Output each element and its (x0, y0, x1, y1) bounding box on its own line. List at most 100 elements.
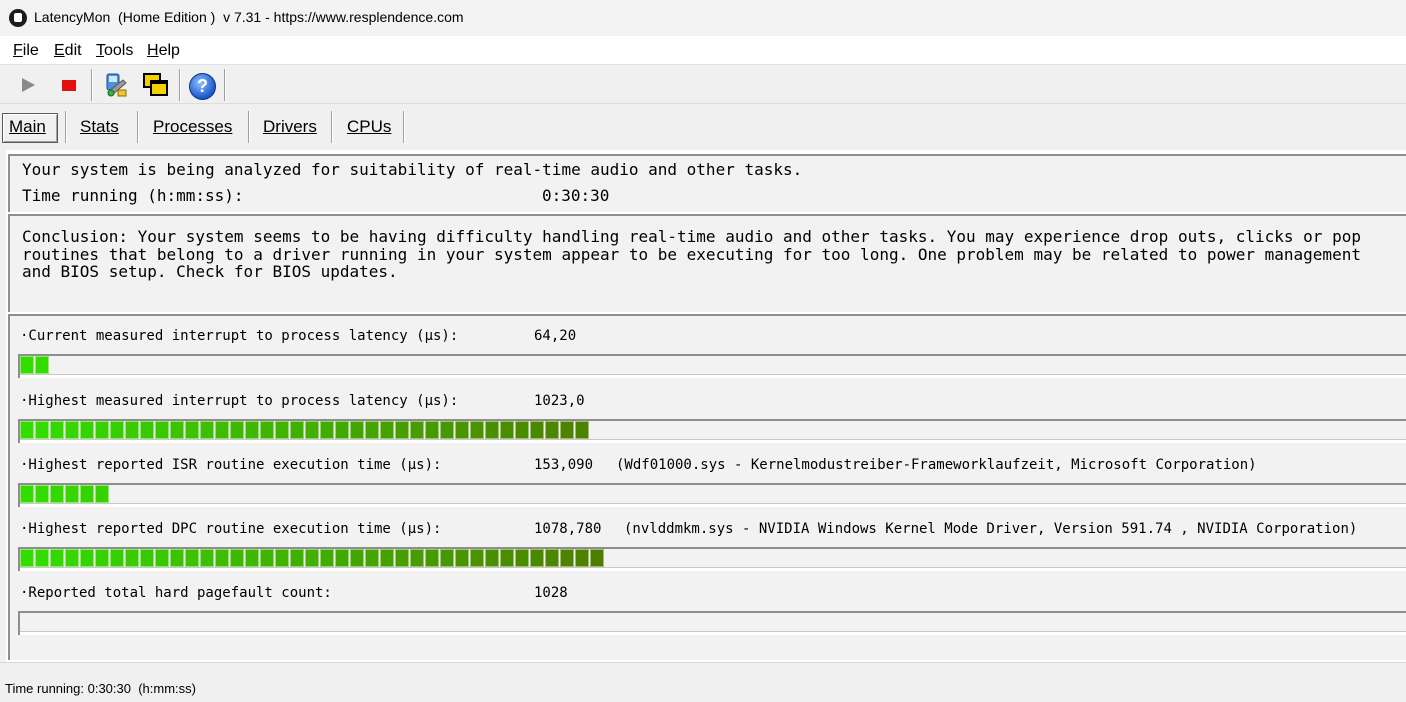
app-logo-icon (9, 9, 27, 27)
latency-bar (18, 354, 1406, 378)
bar-segment (50, 485, 64, 503)
tab-separator (65, 111, 67, 143)
bar-segment (395, 549, 409, 567)
bar-segment (455, 549, 469, 567)
metric-label: ·Highest reported ISR routine execution … (20, 457, 442, 473)
bar-segment (185, 549, 199, 567)
play-icon (22, 78, 35, 92)
latency-bar (18, 419, 1406, 443)
bar-segment (110, 421, 124, 439)
bar-segment (455, 421, 469, 439)
bar-segment (425, 421, 439, 439)
bar-segment (95, 485, 109, 503)
tools-icon (106, 73, 127, 97)
menu-help-mnemonic: H (147, 42, 159, 59)
bar-segment (380, 421, 394, 439)
tab-cpus[interactable]: CPUs (347, 117, 391, 137)
bar-segment (395, 421, 409, 439)
menu-tools-mnemonic: T (96, 42, 104, 59)
toolbar-separator (91, 69, 93, 101)
analysis-panel: Your system is being analyzed for suitab… (8, 154, 1406, 212)
tab-processes[interactable]: Processes (153, 117, 232, 137)
bar-segment (50, 549, 64, 567)
metric-label: ·Current measured interrupt to process l… (20, 328, 459, 344)
tab-bar: Main Stats Processes Drivers CPUs (0, 105, 1406, 148)
time-running-value: 0:30:30 (542, 186, 610, 205)
bar-segment (140, 549, 154, 567)
bar-segment (125, 549, 139, 567)
menu-file-label: ile (22, 42, 39, 59)
menu-edit-label: dit (64, 42, 82, 59)
metric-detail: (Wdf01000.sys - Kernelmodustreiber-Frame… (616, 457, 1257, 473)
menu-help[interactable]: Help (147, 42, 180, 60)
bar-segment (20, 549, 34, 567)
menu-help-label: elp (158, 42, 180, 59)
window-icon (143, 73, 168, 96)
toolbar-separator (179, 69, 181, 101)
bar-segment (95, 421, 109, 439)
bar-segment (35, 485, 49, 503)
tab-stats[interactable]: Stats (80, 117, 119, 137)
bar-segment (470, 421, 484, 439)
bar-segment (50, 421, 64, 439)
bar-segment (95, 549, 109, 567)
bar-segment (275, 549, 289, 567)
time-running-label: Time running (h:mm:ss): (22, 186, 244, 205)
status-bar: Time running: 0:30:30 (h:mm:ss) (0, 662, 1406, 702)
window-button[interactable] (140, 70, 170, 100)
bar-segment (80, 421, 94, 439)
bar-segment (560, 549, 574, 567)
metric-label: ·Reported total hard pagefault count: (20, 585, 332, 601)
start-button[interactable] (13, 70, 43, 100)
bar-segment (65, 485, 79, 503)
pagefault-bar (18, 611, 1406, 635)
bar-segment (230, 549, 244, 567)
metric-value: 153,090 (534, 457, 594, 473)
bar-segment (110, 549, 124, 567)
bar-segment (65, 549, 79, 567)
bar-segment (335, 549, 349, 567)
bar-segment (365, 421, 379, 439)
bar-segment (230, 421, 244, 439)
bar-segment (515, 549, 529, 567)
bar-segment (200, 421, 214, 439)
bar-segment (515, 421, 529, 439)
bar-segment (425, 549, 439, 567)
conclusion-panel: Conclusion: Your system seems to be havi… (8, 214, 1406, 312)
tab-drivers[interactable]: Drivers (263, 117, 317, 137)
tools-button[interactable] (100, 70, 130, 100)
toolbar-separator (224, 69, 226, 101)
latency-bar-fill (20, 356, 50, 374)
bar-segment (155, 549, 169, 567)
latency-bar-fill (20, 421, 590, 439)
bar-segment (170, 549, 184, 567)
menu-edit[interactable]: Edit (54, 42, 82, 60)
stop-button[interactable] (54, 70, 84, 100)
bar-segment (320, 421, 334, 439)
bar-segment (35, 356, 49, 374)
menu-file-mnemonic: F (13, 42, 23, 59)
bar-segment (485, 549, 499, 567)
bar-segment (290, 549, 304, 567)
bar-segment (365, 549, 379, 567)
bar-segment (545, 549, 559, 567)
bar-segment (260, 549, 274, 567)
menu-file[interactable]: File (13, 42, 39, 60)
bar-segment (245, 421, 259, 439)
stop-icon (62, 80, 76, 91)
bar-segment (215, 549, 229, 567)
bar-segment (20, 421, 34, 439)
bar-segment (260, 421, 274, 439)
menu-tools[interactable]: Tools (96, 42, 133, 60)
bar-segment (140, 421, 154, 439)
bar-segment (35, 421, 49, 439)
bar-segment (305, 421, 319, 439)
latency-bar-fill (20, 485, 110, 503)
bar-segment (215, 421, 229, 439)
status-bar-text: Time running: 0:30:30 (h:mm:ss) (5, 681, 196, 696)
bar-segment (20, 485, 34, 503)
tab-main[interactable]: Main (9, 117, 46, 137)
bar-segment (65, 421, 79, 439)
bar-segment (560, 421, 574, 439)
help-button[interactable]: ? (187, 70, 217, 100)
